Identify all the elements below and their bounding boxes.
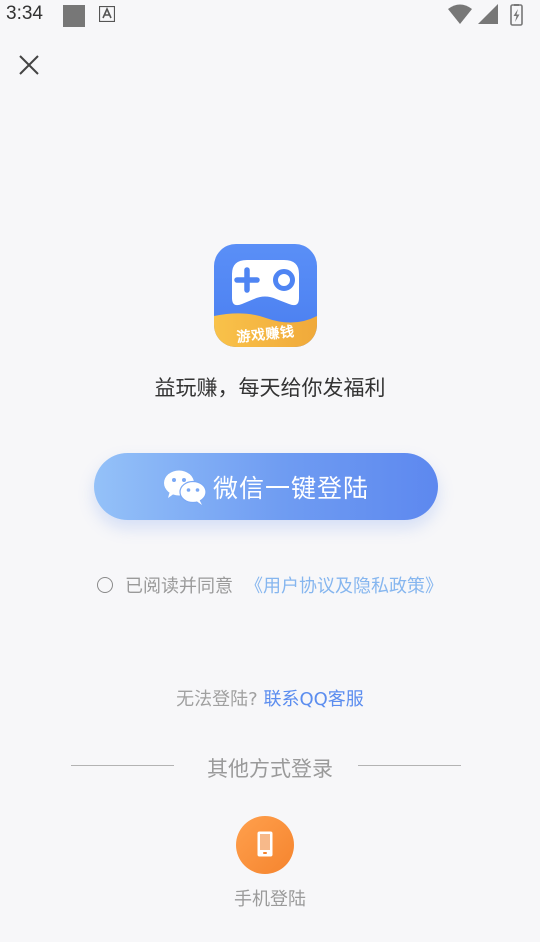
cannot-login-text: 无法登陆? (176, 689, 258, 710)
divider-right (358, 765, 461, 766)
agreement-radio[interactable] (97, 577, 113, 593)
phone-icon (257, 831, 273, 857)
app-slogan: 益玩赚，每天给你发福利 (154, 376, 386, 400)
contact-row: 无法登陆? 联系QQ客服 (0, 685, 540, 711)
wechat-icon (163, 470, 207, 505)
contact-qq-link[interactable]: 联系QQ客服 (263, 689, 363, 710)
close-button[interactable] (14, 50, 44, 80)
signal-icon (478, 4, 498, 24)
wechat-login-button[interactable]: 微信一键登陆 (94, 453, 438, 520)
status-right-icons (448, 4, 523, 26)
phone-login-button[interactable] (236, 816, 294, 874)
agreement-link[interactable]: 《用户协议及隐私政策》 (245, 572, 443, 598)
status-time: 3:34 (6, 3, 43, 24)
other-methods-label: 其他方式登录 (207, 757, 333, 781)
agreement-row: 已阅读并同意 《用户协议及隐私政策》 (0, 572, 540, 598)
wifi-icon (448, 4, 472, 24)
close-icon (19, 55, 39, 75)
status-bar: 3:34 (0, 0, 540, 30)
phone-login-label: 手机登陆 (234, 889, 306, 910)
agreement-text: 已阅读并同意 (125, 576, 233, 597)
app-icon: 游戏赚钱 (214, 244, 317, 347)
notification-square-icon (63, 5, 85, 27)
battery-charging-icon (510, 4, 523, 26)
a-icon (99, 6, 115, 22)
wechat-login-label: 微信一键登陆 (212, 473, 369, 503)
